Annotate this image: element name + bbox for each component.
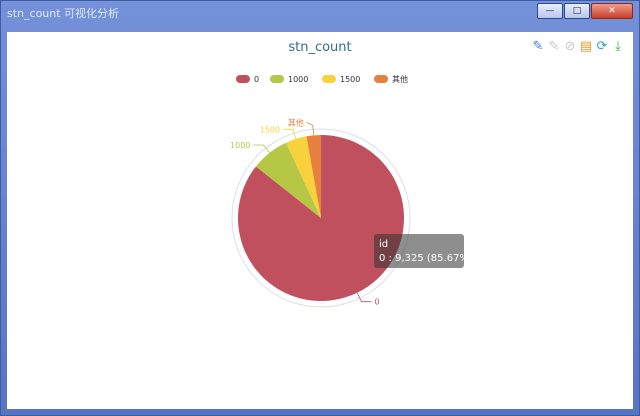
- mark-clear-icon[interactable]: ⊘: [563, 40, 577, 54]
- legend-label: 0: [254, 75, 259, 84]
- legend-swatch: [374, 75, 388, 83]
- legend-label: 其他: [392, 74, 408, 84]
- slice-label: 1500: [260, 125, 280, 134]
- chart-toolbox: ✎ ✎ ⊘ ▤ ⟳ ⤓: [531, 40, 625, 54]
- mark-undo-icon[interactable]: ✎: [547, 40, 561, 54]
- slice-label: 1000: [230, 141, 250, 150]
- legend-item[interactable]: 1500: [322, 75, 360, 84]
- tooltip-text: 0 : 9,325 (85.67%): [379, 253, 473, 264]
- restore-icon[interactable]: ⟳: [595, 40, 609, 54]
- app-window: stn_count 可视化分析 — □ ✕ ✎ ✎ ⊘ ▤ ⟳ ⤓ stn_count 0…: [0, 0, 640, 416]
- pie-chart: stn_count 0 1000 1500 其他 0 1000 1500 其他 id 0 :…: [230, 40, 473, 308]
- tooltip-title: id: [379, 239, 388, 250]
- legend-item[interactable]: 0: [236, 75, 259, 84]
- pie-slices: [238, 135, 405, 301]
- title-bar[interactable]: stn_count 可视化分析 — □ ✕: [1, 1, 639, 25]
- legend-swatch: [322, 75, 336, 83]
- maximize-button[interactable]: □: [564, 3, 590, 19]
- legend-label: 1000: [288, 75, 308, 84]
- close-button[interactable]: ✕: [591, 3, 633, 19]
- slice-label: 其他: [288, 117, 304, 127]
- window-title: stn_count 可视化分析: [7, 7, 120, 20]
- chart-title: stn_count: [288, 40, 351, 55]
- tooltip: id 0 : 9,325 (85.67%): [374, 234, 473, 268]
- label-leader-line: [306, 122, 315, 136]
- data-view-icon[interactable]: ▤: [579, 40, 593, 54]
- label-leader-line: [283, 128, 297, 140]
- save-image-icon[interactable]: ⤓: [611, 40, 625, 54]
- mark-icon[interactable]: ✎: [531, 40, 545, 54]
- legend: 0 1000 1500 其他: [236, 74, 408, 84]
- legend-swatch: [236, 75, 250, 83]
- window-controls: — □ ✕: [536, 3, 633, 19]
- legend-item[interactable]: 1000: [270, 75, 308, 84]
- legend-item[interactable]: 其他: [374, 74, 408, 84]
- legend-label: 1500: [340, 75, 360, 84]
- minimize-button[interactable]: —: [537, 3, 563, 19]
- label-leader-line: [356, 292, 372, 303]
- legend-swatch: [270, 75, 284, 83]
- slice-label: 0: [375, 298, 380, 307]
- chart-panel: ✎ ✎ ⊘ ▤ ⟳ ⤓ stn_count 0 1000 1500 其他 0 1000 1500 其他…: [7, 32, 633, 409]
